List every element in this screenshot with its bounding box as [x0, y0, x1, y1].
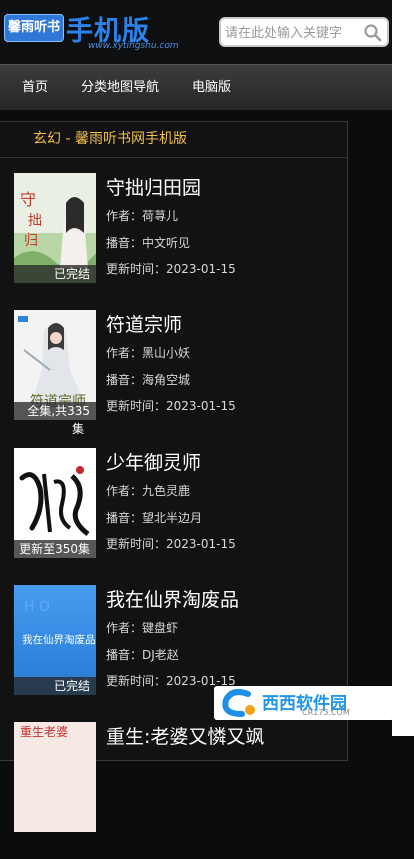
book-status-badge: 已完结: [14, 677, 96, 695]
nav-item-category-map[interactable]: 分类地图导航: [81, 65, 159, 111]
list-item[interactable]: 重生老婆 重生:老婆又憐又飒: [0, 722, 348, 859]
book-title[interactable]: 我在仙界淘废品: [106, 585, 239, 612]
site-header: 馨雨听书 手机版 www.xytingshu.com: [0, 0, 392, 64]
svg-text:归: 归: [24, 232, 38, 249]
search-icon[interactable]: [362, 22, 384, 44]
book-cover[interactable]: H O 我在仙界淘废品 已完结: [14, 585, 96, 695]
book-cover[interactable]: 重生老婆: [14, 722, 96, 832]
book-author: 作者：黑山小妖: [106, 346, 191, 360]
site-logo[interactable]: 馨雨听书: [4, 14, 64, 42]
right-gutter: [392, 0, 414, 736]
book-title[interactable]: 少年御灵师: [106, 448, 201, 475]
logo-url: www.xytingshu.com: [88, 41, 179, 51]
book-narrator: 播音：望北半边月: [106, 511, 203, 525]
book-narrator: 播音：海角空城: [106, 373, 191, 387]
search-box: [219, 17, 389, 47]
svg-text:守: 守: [20, 190, 36, 209]
book-author: 作者：键盘虾: [106, 621, 179, 635]
book-status-badge: 已完结: [14, 265, 96, 283]
list-item[interactable]: 符道宗师 全集,共335 集 符道宗师 作者：黑山小妖 播音：海角空城 更新时间…: [0, 310, 348, 447]
book-cover[interactable]: 符道宗师 全集,共335: [14, 310, 96, 420]
book-cover[interactable]: 更新至350集: [14, 448, 96, 558]
svg-text:H O: H O: [24, 599, 50, 615]
watermark-logo-icon: [218, 688, 262, 718]
book-updated: 更新时间：2023-01-15: [106, 537, 236, 551]
book-updated: 更新时间：2023-01-15: [106, 399, 236, 413]
book-author: 作者：荷荨儿: [106, 209, 179, 223]
book-title[interactable]: 守拙归田园: [106, 173, 201, 200]
book-author: 作者：九色灵鹿: [106, 484, 191, 498]
section-title: 玄幻 - 馨雨听书网手机版: [33, 131, 187, 147]
nav-item-desktop[interactable]: 电脑版: [192, 65, 231, 111]
nav-item-home[interactable]: 首页: [22, 65, 48, 111]
nav-bar: 首页 分类地图导航 电脑版: [0, 64, 392, 110]
book-status-badge-extra: 集: [72, 422, 85, 436]
svg-text:我在仙界淘废品: 我在仙界淘废品: [22, 633, 96, 646]
book-status-badge: 更新至350集: [14, 540, 96, 558]
svg-text:拙: 拙: [28, 213, 42, 229]
book-narrator: 播音：DJ老赵: [106, 648, 179, 662]
list-item[interactable]: 守 拙 归 已完结 守拙归田园 作者：荷荨儿 播音：中文听见 更新时间：2023…: [0, 173, 348, 310]
divider: [0, 157, 347, 158]
watermark: 西西软件园 CR173.COM: [214, 686, 394, 720]
book-narrator: 播音：中文听见: [106, 236, 191, 250]
book-updated: 更新时间：2023-01-15: [106, 262, 236, 276]
watermark-sub: CR173.COM: [302, 708, 350, 717]
search-input[interactable]: [225, 22, 361, 44]
book-title[interactable]: 符道宗师: [106, 310, 182, 337]
book-cover[interactable]: 守 拙 归 已完结: [14, 173, 96, 283]
book-status-badge: 全集,共335: [14, 402, 96, 420]
svg-text:重生老婆: 重生老婆: [20, 725, 68, 739]
list-item[interactable]: 更新至350集 少年御灵师 作者：九色灵鹿 播音：望北半边月 更新时间：2023…: [0, 448, 348, 585]
